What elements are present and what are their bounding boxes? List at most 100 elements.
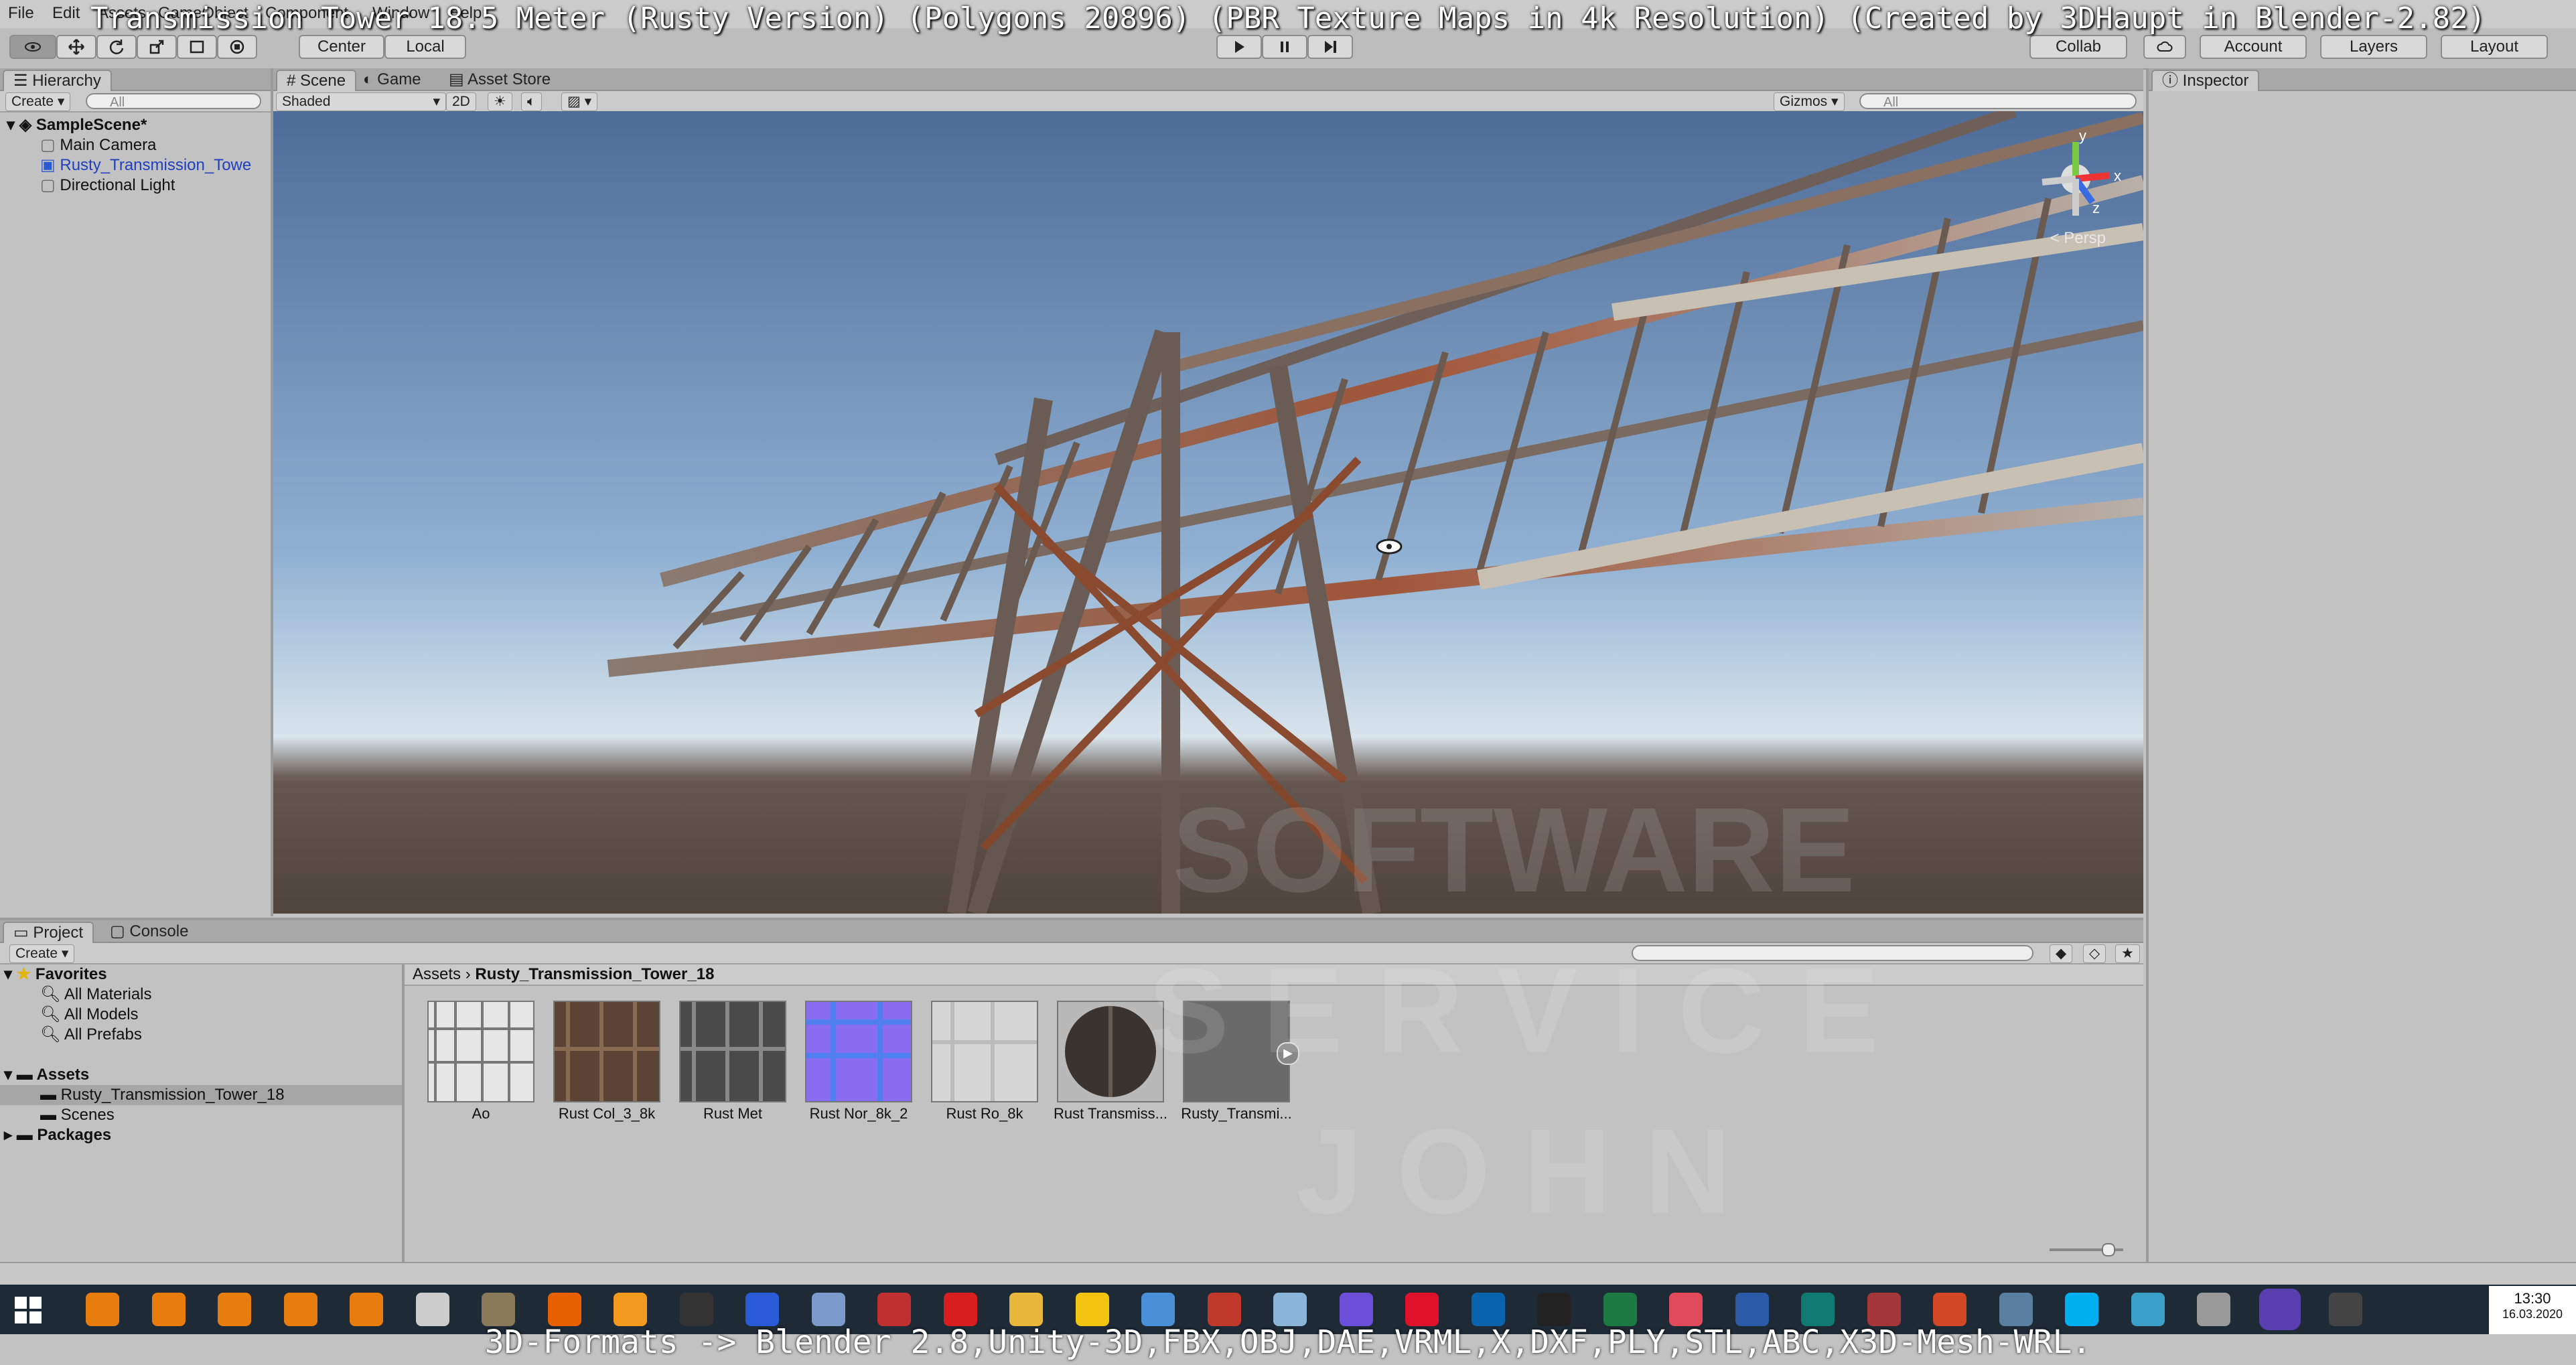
cad-icon[interactable] bbox=[1207, 1293, 1241, 1326]
blender-icon[interactable] bbox=[218, 1293, 251, 1326]
hand-tool-button[interactable] bbox=[9, 35, 56, 59]
cloud-button[interactable] bbox=[2143, 35, 2186, 59]
audio-toggle[interactable]: 🔈︎ bbox=[521, 92, 542, 111]
asset-thumb-rust-nor[interactable] bbox=[805, 1001, 912, 1102]
layers-dropdown[interactable]: Layers bbox=[2320, 35, 2427, 59]
scene-search-input[interactable]: All bbox=[1859, 93, 2137, 110]
tab-game[interactable]: ◐ Game bbox=[354, 70, 431, 90]
assets-node[interactable]: ▾ ▬ Assets bbox=[4, 1065, 89, 1085]
play-button[interactable] bbox=[1216, 35, 1262, 59]
tab-hierarchy[interactable]: ☰ Hierarchy bbox=[3, 70, 112, 91]
obs-icon[interactable] bbox=[2329, 1293, 2362, 1326]
step-button[interactable] bbox=[1307, 35, 1353, 59]
slider-thumb[interactable] bbox=[2102, 1243, 2115, 1256]
view-cursor-icon bbox=[1376, 538, 1403, 555]
publisher-icon[interactable] bbox=[1801, 1293, 1835, 1326]
clock-date: 16.03.2020 bbox=[2502, 1307, 2563, 1321]
move-tool-button[interactable] bbox=[56, 35, 96, 59]
chart-icon[interactable] bbox=[1141, 1293, 1175, 1326]
tab-asset-store[interactable]: ▤ Asset Store bbox=[439, 70, 560, 90]
scale-icon bbox=[149, 40, 164, 54]
tab-inspector[interactable]: ⓘ Inspector bbox=[2151, 70, 2260, 91]
filter-label-button[interactable]: ◇ bbox=[2083, 944, 2106, 963]
account-dropdown[interactable]: Account bbox=[2200, 35, 2307, 59]
orientation-gizmo[interactable]: y x z bbox=[2025, 127, 2126, 229]
unity-icon[interactable] bbox=[415, 1293, 449, 1326]
x-tool-icon[interactable] bbox=[1075, 1293, 1109, 1326]
thumbnail-size-slider[interactable] bbox=[2050, 1243, 2123, 1256]
asset-thumb-rust-met[interactable] bbox=[679, 1001, 786, 1102]
favorite-all-materials[interactable]: 🔍︎ All Materials bbox=[40, 985, 152, 1005]
hierarchy-item-main-camera[interactable]: ▢ Main Camera bbox=[40, 135, 156, 155]
effects-dropdown[interactable]: ▨ ▾ bbox=[561, 92, 598, 111]
pivot-center-button[interactable]: Center bbox=[299, 35, 384, 59]
tab-scene[interactable]: # Scene bbox=[276, 70, 357, 91]
asset-thumb-rust-ro[interactable] bbox=[931, 1001, 1038, 1102]
tab-console[interactable]: ▢ Console bbox=[100, 922, 198, 942]
pen-icon[interactable] bbox=[2131, 1293, 2165, 1326]
favorite-all-models[interactable]: 🔍︎ All Models bbox=[40, 1005, 139, 1025]
pause-button[interactable] bbox=[1262, 35, 1307, 59]
tab-project[interactable]: ▭ Project bbox=[3, 922, 94, 943]
word-icon[interactable] bbox=[1735, 1293, 1769, 1326]
packages-node[interactable]: ▸ ▬ Packages bbox=[4, 1125, 111, 1145]
monitor-icon[interactable] bbox=[1999, 1293, 2033, 1326]
2d-toggle[interactable]: 2D bbox=[446, 92, 476, 111]
fire-icon[interactable] bbox=[614, 1293, 647, 1326]
blender-icon[interactable] bbox=[283, 1293, 317, 1326]
layout-dropdown[interactable]: Layout bbox=[2441, 35, 2548, 59]
hierarchy-create-button[interactable]: Create ▾ bbox=[5, 92, 71, 111]
rotate-tool-button[interactable] bbox=[96, 35, 137, 59]
transform-tool-button[interactable] bbox=[217, 35, 257, 59]
notepad-icon[interactable] bbox=[1273, 1293, 1307, 1326]
folder-scenes[interactable]: ▬ Scenes bbox=[40, 1105, 115, 1125]
edge-icon[interactable] bbox=[1537, 1293, 1571, 1326]
excel-icon[interactable] bbox=[1603, 1293, 1637, 1326]
gimp-icon[interactable] bbox=[482, 1293, 515, 1326]
gem-icon[interactable] bbox=[1339, 1293, 1373, 1326]
firefox-icon[interactable] bbox=[547, 1293, 581, 1326]
gizmos-dropdown[interactable]: Gizmos ▾ bbox=[1774, 92, 1845, 111]
hierarchy-item-tower[interactable]: ▣ Rusty_Transmission_Towe bbox=[40, 155, 251, 175]
blender-icon[interactable] bbox=[350, 1293, 383, 1326]
blender-icon[interactable] bbox=[151, 1293, 186, 1326]
opera-icon[interactable] bbox=[1405, 1293, 1439, 1326]
asset-thumb-ao[interactable] bbox=[427, 1001, 534, 1102]
shading-mode-dropdown[interactable]: Shaded ▾ bbox=[276, 92, 446, 111]
powerpoint-icon[interactable] bbox=[1933, 1293, 1966, 1326]
info-icon: ⓘ bbox=[2162, 72, 2178, 90]
breadcrumb-assets[interactable]: Assets bbox=[413, 965, 461, 983]
favorite-button[interactable]: ★ bbox=[2115, 944, 2140, 963]
pdf-icon[interactable] bbox=[943, 1293, 977, 1326]
asset-label-rust-nor: Rust Nor_8k_2 bbox=[809, 1105, 908, 1122]
paint-icon[interactable] bbox=[811, 1293, 845, 1326]
projection-label[interactable]: < Persp bbox=[2050, 229, 2106, 248]
skype-icon[interactable] bbox=[2065, 1293, 2098, 1326]
vector-icon[interactable] bbox=[1669, 1293, 1703, 1326]
breadcrumb-current[interactable]: Rusty_Transmission_Tower_18 bbox=[475, 965, 714, 983]
favorite-all-prefabs[interactable]: 🔍︎ All Prefabs bbox=[40, 1025, 142, 1045]
bug-icon[interactable] bbox=[877, 1293, 911, 1326]
blender-icon[interactable] bbox=[86, 1293, 119, 1326]
save-icon[interactable] bbox=[745, 1293, 779, 1326]
collab-dropdown[interactable]: Collab bbox=[2029, 35, 2127, 59]
folder-rusty-tower[interactable]: ▬ Rusty_Transmission_Tower_18 bbox=[0, 1085, 402, 1105]
folder-icon[interactable] bbox=[1009, 1293, 1043, 1326]
scale-tool-button[interactable] bbox=[137, 35, 177, 59]
asset-thumb-rust-col[interactable] bbox=[553, 1001, 660, 1102]
outlook-icon[interactable] bbox=[1471, 1293, 1505, 1326]
project-create-button[interactable]: Create ▾ bbox=[9, 944, 75, 963]
access-icon[interactable] bbox=[1867, 1293, 1901, 1326]
pivot-local-button[interactable]: Local bbox=[384, 35, 466, 59]
favorites-node[interactable]: ▾ ★ Favorites bbox=[4, 964, 107, 985]
scene-root-item[interactable]: ▾ ◈ SampleScene* bbox=[7, 115, 147, 135]
filter-type-button[interactable]: ◆ bbox=[2050, 944, 2073, 963]
unity-hub-icon[interactable] bbox=[2197, 1293, 2230, 1326]
clock-time: 13:30 bbox=[2514, 1290, 2551, 1307]
hierarchy-search-input[interactable]: All bbox=[86, 93, 261, 110]
rect-tool-button[interactable] bbox=[177, 35, 217, 59]
lighting-toggle[interactable]: ☀ bbox=[488, 92, 512, 111]
unity-editor-icon[interactable] bbox=[2259, 1289, 2301, 1330]
hierarchy-item-light[interactable]: ▢ Directional Light bbox=[40, 175, 175, 196]
terminal-icon[interactable] bbox=[679, 1293, 713, 1326]
